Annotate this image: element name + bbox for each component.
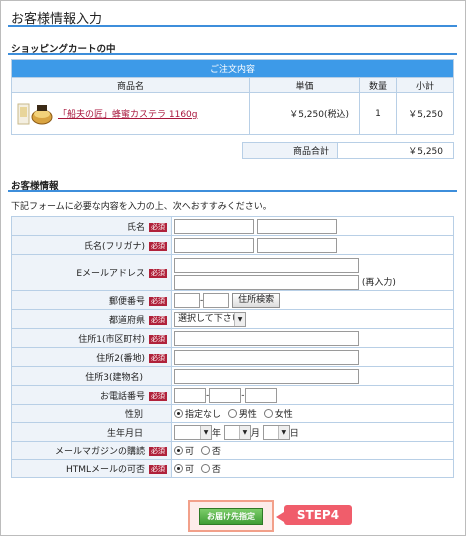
email-reinput-note: (再入力) [361, 277, 396, 288]
required-badge: 必須 [149, 222, 167, 232]
birth-day-select[interactable]: ▼ [262, 424, 290, 440]
mailmag-no-radio[interactable] [200, 446, 210, 455]
chevron-down-icon: ▼ [277, 425, 289, 439]
html-mail-yes-radio[interactable] [174, 464, 183, 473]
mailmag-no-label: 否 [211, 447, 221, 457]
label-tel: お電話番号 [99, 391, 145, 402]
zip1-input[interactable] [174, 292, 200, 308]
quantity: 1 [359, 92, 397, 135]
first-name-kana-input[interactable] [256, 237, 337, 253]
birth-month-select[interactable]: ▼ [223, 424, 251, 440]
html-mail-yes-label: 可 [185, 465, 195, 475]
subtotal: ￥5,250 [396, 92, 454, 135]
required-badge: 必須 [149, 315, 167, 325]
birth-month-unit: 月 [250, 428, 260, 439]
gender-female-radio[interactable] [263, 409, 273, 418]
prefecture-select[interactable]: 選択して下さい ▼ [174, 311, 246, 327]
total-value: ￥5,250 [337, 142, 454, 159]
col-header-price: 単価 [249, 77, 360, 93]
required-badge: 必須 [149, 353, 167, 363]
cart-caption: ご注文内容 [11, 59, 454, 78]
zip2-input[interactable] [203, 292, 230, 308]
required-badge: 必須 [149, 465, 167, 474]
step-badge: STEP4 [284, 505, 352, 525]
customer-form: 氏名 必須 氏名(フリガナ) 必須 Eメールアドレス 必須 (再入力) 郵便番号 必須 … [11, 216, 454, 478]
email-confirm-input[interactable] [174, 274, 359, 290]
tel2-input[interactable] [209, 387, 242, 403]
gender-none-label: 指定なし [185, 410, 222, 420]
label-gender: 性別 [124, 410, 143, 420]
label-zip: 郵便番号 [108, 296, 145, 307]
birth-day-unit: 日 [289, 428, 299, 439]
required-badge: 必須 [149, 391, 167, 401]
gender-female-label: 女性 [274, 410, 293, 420]
required-badge: 必須 [149, 269, 167, 278]
label-addr2: 住所2(番地) [96, 353, 145, 364]
email-input[interactable] [174, 257, 359, 273]
mailmag-yes-label: 可 [185, 447, 195, 457]
cart-section-underline [8, 53, 457, 55]
unit-price: ￥5,250(税込) [249, 92, 360, 135]
address1-input[interactable] [174, 330, 359, 346]
chevron-down-icon: ▼ [234, 312, 245, 326]
prefecture-selected: 選択して下さい [178, 313, 241, 324]
customer-section-underline [8, 190, 457, 192]
birth-year-unit: 年 [212, 428, 222, 439]
label-kana: 氏名(フリガナ) [83, 241, 145, 252]
required-badge: 必須 [149, 241, 167, 251]
chevron-down-icon: ▼ [200, 425, 211, 439]
label-email: Eメールアドレス [76, 269, 145, 279]
col-header-product: 商品名 [11, 77, 250, 93]
label-pref: 都道府県 [108, 315, 145, 326]
required-badge: 必須 [149, 334, 167, 344]
cart-total: 商品合計 ￥5,250 [242, 142, 454, 159]
col-header-subtotal: 小計 [396, 77, 454, 93]
cart-table: ご注文内容 商品名 単価 数量 小計 「船夫の匠」蜂蜜カステラ 1160g ￥5… [11, 59, 454, 135]
gender-male-label: 男性 [238, 410, 257, 420]
tel1-input[interactable] [174, 387, 206, 403]
first-name-input[interactable] [256, 218, 337, 234]
last-name-input[interactable] [174, 218, 254, 234]
form-intro: 下記フォームに必要な内容を入力の上、次へおすすみください。 [11, 202, 272, 212]
total-label: 商品合計 [242, 142, 338, 159]
col-header-qty: 数量 [359, 77, 397, 93]
label-birth: 生年月日 [106, 428, 143, 439]
delivery-address-button[interactable]: お届け先指定 [199, 508, 263, 525]
gender-male-radio[interactable] [227, 409, 237, 418]
product-thumbnail[interactable] [17, 101, 53, 127]
address3-input[interactable] [174, 368, 359, 384]
product-link[interactable]: 「船夫の匠」蜂蜜カステラ 1160g [58, 110, 197, 120]
birth-year-select[interactable]: ▼ [174, 424, 212, 440]
address2-input[interactable] [174, 349, 359, 365]
title-underline [8, 25, 457, 27]
chevron-down-icon: ▼ [238, 425, 250, 439]
address-search-button[interactable]: 住所検索 [232, 292, 281, 308]
html-mail-no-radio[interactable] [200, 464, 210, 473]
submit-highlight: お届け先指定 [188, 500, 274, 532]
required-badge: 必須 [149, 296, 167, 306]
label-addr1: 住所1(市区町村) [78, 334, 145, 345]
label-html-mail: HTMLメールの可否 [65, 465, 145, 475]
required-badge: 必須 [149, 447, 167, 456]
product-cell: 「船夫の匠」蜂蜜カステラ 1160g [11, 92, 250, 135]
label-addr3: 住所3(建物名) [85, 372, 143, 383]
html-mail-no-label: 否 [211, 465, 221, 475]
tel3-input[interactable] [244, 387, 277, 403]
last-name-kana-input[interactable] [174, 237, 254, 253]
gender-none-radio[interactable] [174, 409, 183, 418]
step-arrow-icon [276, 512, 284, 522]
label-mailmag: メールマガジンの購読 [54, 447, 145, 457]
mailmag-yes-radio[interactable] [174, 446, 183, 455]
cart-row: 「船夫の匠」蜂蜜カステラ 1160g ￥5,250(税込) 1 ￥5,250 [11, 92, 454, 135]
label-name: 氏名 [126, 222, 145, 233]
